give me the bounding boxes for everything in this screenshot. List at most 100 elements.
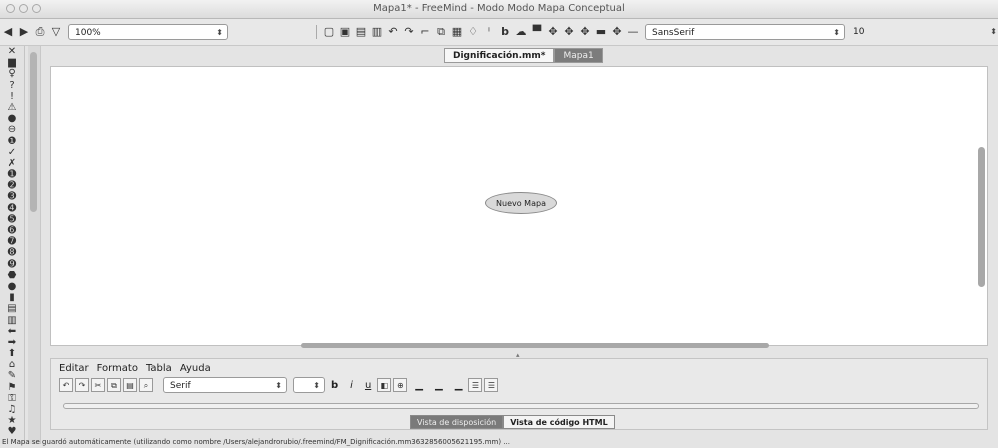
- exclamation-icon[interactable]: ❶: [2, 136, 22, 147]
- number-4-icon[interactable]: ➍: [2, 203, 22, 214]
- number-8-icon[interactable]: ➑: [2, 247, 22, 258]
- battery-icon[interactable]: ▮: [2, 292, 22, 303]
- paste-icon[interactable]: ▦: [451, 25, 463, 39]
- menu-formato[interactable]: Formato: [97, 363, 138, 374]
- idea-icon[interactable]: ♢: [467, 25, 479, 39]
- line-icon[interactable]: —: [627, 25, 639, 39]
- link-icon[interactable]: ⊕: [393, 378, 408, 392]
- check-icon[interactable]: ✓: [2, 147, 22, 158]
- delete-all-icons-icon[interactable]: ▆: [2, 57, 22, 68]
- bell-icon[interactable]: ♫: [2, 404, 22, 415]
- number-5-icon[interactable]: ➎: [2, 214, 22, 225]
- important-icon[interactable]: !: [2, 91, 22, 102]
- cross-icon[interactable]: ✗: [2, 158, 22, 169]
- font-family-select[interactable]: SansSerif ⬍: [645, 24, 845, 40]
- node-add-icon[interactable]: ✥: [611, 25, 623, 39]
- font-size-select[interactable]: 10: [847, 24, 985, 40]
- undo-icon[interactable]: ↶: [387, 25, 399, 39]
- remove-icon-icon[interactable]: ✕: [2, 46, 22, 57]
- align-center-icon[interactable]: ▁: [435, 380, 443, 391]
- zoom-window-button[interactable]: [32, 4, 41, 13]
- editor-text-area[interactable]: [63, 403, 979, 409]
- tab-vista-disposicion[interactable]: Vista de disposición: [410, 415, 504, 429]
- canvas-vertical-scrollbar[interactable]: [978, 147, 985, 287]
- up-arrow-icon[interactable]: ⬆: [2, 348, 22, 359]
- edge-up-icon[interactable]: ✥: [547, 25, 559, 39]
- zoom-select[interactable]: 100% ⬍: [68, 24, 228, 40]
- node-color-select[interactable]: ⬍: [987, 24, 997, 40]
- number-3-icon[interactable]: ➌: [2, 191, 22, 202]
- filter-icon[interactable]: ▽: [50, 25, 62, 39]
- copy-icon[interactable]: ⧉: [435, 25, 447, 39]
- back-arrow-icon[interactable]: ⬅: [2, 326, 22, 337]
- redo-icon[interactable]: ↷: [403, 25, 415, 39]
- idea-icon[interactable]: ♀: [2, 68, 22, 79]
- copy-icon[interactable]: ⧉: [107, 378, 121, 392]
- stop-sign-icon[interactable]: ⬣: [2, 270, 22, 281]
- open-file-icon[interactable]: ▣: [339, 25, 351, 39]
- minimize-window-button[interactable]: [19, 4, 28, 13]
- cut-icon[interactable]: ✂: [91, 378, 105, 392]
- text-color-icon[interactable]: ◧: [377, 378, 392, 392]
- bold-icon[interactable]: b: [331, 380, 338, 391]
- align-right-icon[interactable]: ▁: [455, 380, 463, 391]
- menu-ayuda[interactable]: Ayuda: [180, 363, 211, 374]
- edge-left-icon[interactable]: ✥: [579, 25, 591, 39]
- unordered-list-icon[interactable]: ☰: [484, 378, 499, 392]
- italic-icon[interactable]: i: [350, 380, 353, 391]
- pencil-icon[interactable]: ✎: [2, 370, 22, 381]
- heart-icon[interactable]: ♥: [2, 426, 22, 437]
- question-icon[interactable]: ?: [2, 80, 22, 91]
- forward-icon[interactable]: ▶: [18, 25, 30, 39]
- info-icon[interactable]: ⁱ: [483, 25, 495, 39]
- cut-icon[interactable]: ⌐: [419, 25, 431, 39]
- tab-dignificacion[interactable]: Dignificación.mm*: [444, 48, 555, 63]
- number-1-icon[interactable]: ➊: [2, 169, 22, 180]
- ordered-list-icon[interactable]: ☰: [468, 378, 483, 392]
- tab-mapa1[interactable]: Mapa1: [554, 48, 603, 63]
- editor-font-select[interactable]: Serif ⬍: [163, 377, 287, 393]
- paste-icon[interactable]: ▤: [123, 378, 137, 392]
- print-icon[interactable]: ⎙: [34, 25, 46, 39]
- palette-scroll-thumb[interactable]: [30, 52, 37, 212]
- redo-icon[interactable]: ↷: [75, 378, 89, 392]
- key-icon[interactable]: ⚿: [2, 393, 22, 404]
- edge-right-icon[interactable]: ▬: [595, 25, 607, 39]
- calendar-icon[interactable]: ▤: [2, 303, 22, 314]
- number-6-icon[interactable]: ➏: [2, 225, 22, 236]
- tab-vista-codigo-html[interactable]: Vista de código HTML: [503, 415, 615, 429]
- flag-icon[interactable]: ⚑: [2, 382, 22, 393]
- number-7-icon[interactable]: ➐: [2, 236, 22, 247]
- number-2-icon[interactable]: ➋: [2, 180, 22, 191]
- save-icon[interactable]: ▤: [355, 25, 367, 39]
- new-file-icon[interactable]: ▢: [323, 25, 335, 39]
- palette-scrollbar[interactable]: [28, 46, 41, 444]
- underline-icon[interactable]: u: [365, 380, 371, 391]
- home-icon[interactable]: ⌂: [2, 359, 22, 370]
- save-as-icon[interactable]: ▥: [371, 25, 383, 39]
- toolbar-separator: [316, 25, 317, 39]
- edge-style-icon[interactable]: ▀: [531, 25, 543, 39]
- menu-tabla[interactable]: Tabla: [146, 363, 172, 374]
- stop-icon[interactable]: ●: [2, 113, 22, 124]
- minus-icon[interactable]: ⊖: [2, 124, 22, 135]
- edge-down-icon[interactable]: ✥: [563, 25, 575, 39]
- star-icon[interactable]: ★: [2, 415, 22, 426]
- root-node[interactable]: Nuevo Mapa: [485, 192, 557, 214]
- close-window-button[interactable]: [6, 4, 15, 13]
- undo-icon[interactable]: ↶: [59, 378, 73, 392]
- menu-editar[interactable]: Editar: [59, 363, 89, 374]
- editor-size-select[interactable]: ⬍: [293, 377, 325, 393]
- align-left-icon[interactable]: ▁: [415, 380, 423, 391]
- bold-icon[interactable]: b: [499, 25, 511, 39]
- warning-icon[interactable]: ⚠: [2, 102, 22, 113]
- map-canvas[interactable]: Nuevo Mapa: [50, 66, 988, 348]
- number-9-icon[interactable]: ➒: [2, 259, 22, 270]
- forward-arrow-icon[interactable]: ➡: [2, 337, 22, 348]
- cloud-icon[interactable]: ☁: [515, 25, 527, 39]
- trash-icon[interactable]: ▥: [2, 315, 22, 326]
- ok-icon[interactable]: ●: [2, 281, 22, 292]
- canvas-horizontal-scrollbar[interactable]: [301, 343, 769, 348]
- back-icon[interactable]: ◀: [2, 25, 14, 39]
- find-icon[interactable]: ⌕: [139, 378, 153, 392]
